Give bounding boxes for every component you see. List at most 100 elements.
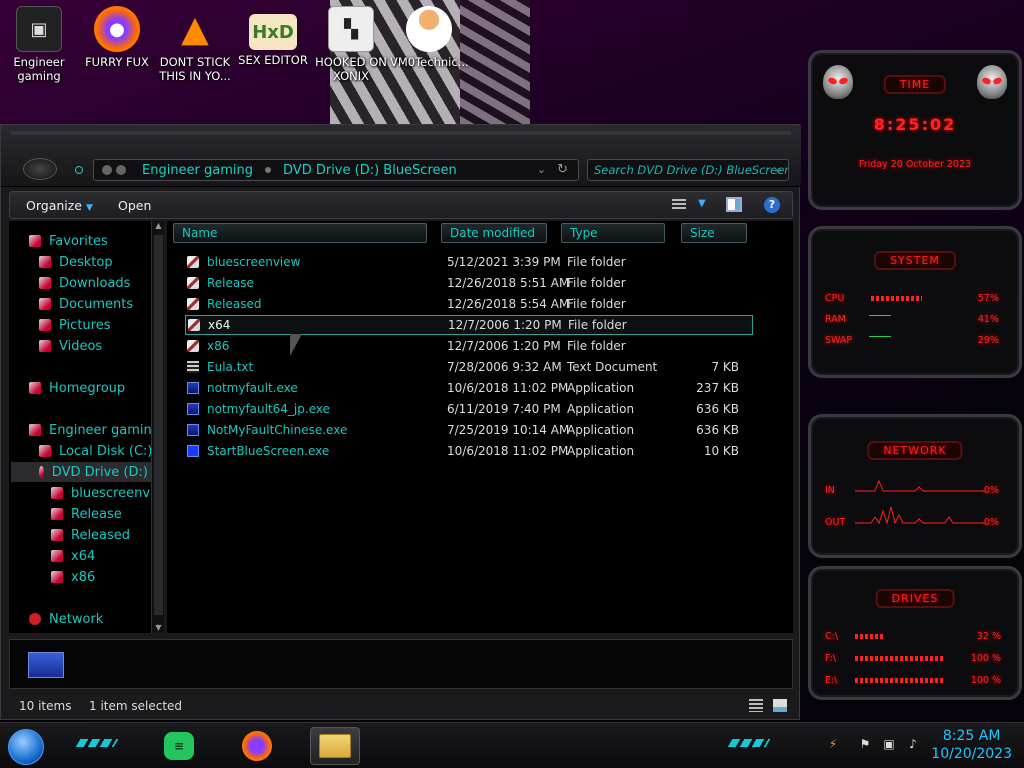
taskbar: ≡ ⚡ ⚑ ▣ ♪ 8:25 AM 10/20/2023: [0, 722, 1024, 768]
file-row[interactable]: StartBlueScreen.exe 10/6/2018 11:02 PM A…: [183, 441, 753, 461]
drive-f-value: 100 %: [970, 653, 1001, 664]
drive-c-value: 32 %: [976, 631, 1001, 642]
homegroup-icon: [29, 382, 41, 394]
network-tray-icon[interactable]: ▣: [882, 737, 896, 751]
desktop-icon-engineer-gaming[interactable]: ▣ Engineer gaming: [0, 6, 78, 83]
refresh-icon[interactable]: ↻: [557, 162, 568, 177]
file-type: File folder: [567, 276, 626, 290]
file-type: Application: [567, 423, 635, 437]
nav-scrollbar[interactable]: ▲ ▼: [151, 221, 164, 633]
tray-app-icon[interactable]: ⚡: [826, 737, 840, 751]
file-row[interactable]: Release 12/26/2018 5:51 AM File folder: [183, 273, 753, 293]
drives-gadget[interactable]: DRIVES C:\ 32 % F:\ 100 % E:\ 100 %: [808, 566, 1022, 700]
search-input[interactable]: Search DVD Drive (D:) BlueScreen ⌕: [587, 159, 789, 181]
network-out-graph: [855, 506, 985, 525]
chevron-down-icon[interactable]: ▼: [698, 198, 706, 209]
system-gadget[interactable]: SYSTEM CPU 57% RAM 41% SWAP 29%: [808, 226, 1022, 378]
nav-item-homegroup[interactable]: Homegroup: [29, 378, 125, 398]
nav-item-downloads[interactable]: Downloads: [39, 273, 130, 293]
breadcrumb-separator-icon[interactable]: [265, 167, 272, 173]
scroll-down-icon[interactable]: ▼: [153, 623, 164, 633]
address-bar[interactable]: Engineer gaming DVD Drive (D:) BlueScree…: [93, 159, 579, 181]
change-view-icon[interactable]: [672, 199, 686, 211]
nav-item-x64[interactable]: x64: [51, 546, 95, 566]
file-row[interactable]: NotMyFaultChinese.exe 7/25/2019 10:14 AM…: [183, 420, 753, 440]
column-header-name[interactable]: Name: [173, 223, 427, 243]
drive-e-label: E:\: [825, 675, 838, 686]
nav-item-desktop[interactable]: Desktop: [39, 252, 113, 272]
column-header-date[interactable]: Date modified: [441, 223, 547, 243]
nav-item-dvd-drive[interactable]: DVD Drive (D:) B: [11, 462, 161, 482]
clock-time: 8:25 AM: [942, 728, 1001, 744]
nav-item-x86[interactable]: x86: [51, 567, 95, 587]
file-row[interactable]: notmyfault.exe 10/6/2018 11:02 PM Applic…: [183, 378, 753, 398]
time-gadget[interactable]: TIME 8:25:02 Friday 20 October 2023: [808, 50, 1022, 210]
nav-label: DVD Drive (D:) B: [51, 464, 161, 480]
file-row[interactable]: x86 12/7/2006 1:20 PM File folder: [183, 336, 753, 356]
file-row[interactable]: Released 12/26/2018 5:54 AM File folder: [183, 294, 753, 314]
downloads-icon: [39, 277, 51, 289]
breadcrumb-computer[interactable]: Engineer gaming: [142, 163, 253, 178]
nav-label: Release: [71, 506, 122, 522]
taskbar-app-firefox[interactable]: [232, 727, 282, 765]
file-row[interactable]: notmyfault64_jp.exe 6/11/2019 7:40 PM Ap…: [183, 399, 753, 419]
help-icon[interactable]: ?: [764, 197, 780, 213]
network-gadget[interactable]: NETWORK IN 0% OUT 0%: [808, 414, 1022, 558]
drive-f-label: F:\: [825, 653, 837, 664]
nav-item-released[interactable]: Released: [51, 525, 130, 545]
start-button[interactable]: [8, 729, 44, 765]
chevron-down-icon[interactable]: ⌄: [537, 163, 546, 176]
nav-item-documents[interactable]: Documents: [39, 294, 133, 314]
large-icons-view-icon[interactable]: [773, 699, 787, 712]
desktop-icon-hooked-on-xonix[interactable]: ▚ HOOKED ON XONIX: [312, 6, 390, 83]
desktop-icon-dont-stick[interactable]: ▲ DONT STICK THIS IN YO...: [156, 6, 234, 84]
nav-item-favorites[interactable]: Favorites: [29, 231, 108, 251]
search-icon[interactable]: ⌕: [776, 163, 782, 178]
folder-icon: [51, 550, 63, 562]
file-row-selected[interactable]: x64 12/7/2006 1:20 PM File folder: [185, 315, 753, 335]
network-in-value: 0%: [983, 485, 999, 496]
notes-app-icon: ≡: [164, 732, 194, 760]
file-row[interactable]: bluescreenview 5/12/2021 3:39 PM File fo…: [183, 252, 753, 272]
search-placeholder: Search DVD Drive (D:) BlueScreen: [594, 163, 789, 177]
folder-icon: [51, 571, 63, 583]
breadcrumb-dvd-drive[interactable]: DVD Drive (D:) BlueScreen: [283, 163, 457, 178]
taskbar-app-explorer[interactable]: [310, 727, 360, 765]
nav-item-videos[interactable]: Videos: [39, 336, 102, 356]
preview-pane-icon[interactable]: [726, 197, 742, 212]
nav-item-local-disk[interactable]: Local Disk (C:): [39, 441, 152, 461]
taskbar-decoration: [75, 739, 119, 747]
details-view-icon[interactable]: [749, 699, 763, 712]
nav-item-network[interactable]: Network: [29, 609, 103, 629]
column-header-size[interactable]: Size: [681, 223, 747, 243]
open-button[interactable]: Open: [118, 198, 151, 213]
file-type: File folder: [568, 318, 627, 332]
nav-item-bluescreenview[interactable]: bluescreenview: [51, 483, 164, 503]
desktop-icon-vm0technic[interactable]: VM0Technic...: [390, 6, 469, 69]
window-frame: Engineer gaming DVD Drive (D:) BlueScree…: [1, 125, 801, 187]
nav-item-pictures[interactable]: Pictures: [39, 315, 110, 335]
desktop-icon-furry-fux[interactable]: ● FURRY FUX: [78, 6, 156, 69]
taskbar-clock[interactable]: 8:25 AM 10/20/2023: [931, 727, 1012, 763]
frame-bevel: [11, 131, 791, 135]
recent-pages-button[interactable]: [75, 166, 83, 174]
nav-item-computer[interactable]: Engineer gaming: [29, 420, 160, 440]
folder-icon: [51, 508, 63, 520]
back-forward-button[interactable]: [23, 158, 57, 180]
scroll-up-icon[interactable]: ▲: [153, 221, 164, 231]
nav-item-release[interactable]: Release: [51, 504, 122, 524]
file-row[interactable]: Eula.txt 7/28/2006 9:32 AM Text Document…: [183, 357, 753, 377]
nav-label: Pictures: [59, 317, 111, 333]
column-header-type[interactable]: Type: [561, 223, 665, 243]
action-center-flag-icon[interactable]: ⚑: [858, 737, 872, 751]
nav-label: x64: [71, 548, 96, 564]
folder-icon: [187, 277, 199, 289]
mouse-cursor-icon: [290, 334, 314, 356]
volume-icon[interactable]: ♪: [906, 737, 920, 751]
folder-icon: [187, 298, 199, 310]
scrollbar-thumb[interactable]: [154, 235, 163, 615]
desktop-icon-sex-editor[interactable]: HxD SEX EDITOR: [234, 6, 312, 67]
organize-button[interactable]: Organize ▼: [26, 198, 93, 213]
file-type: File folder: [567, 339, 626, 353]
taskbar-app-green[interactable]: ≡: [154, 727, 204, 765]
